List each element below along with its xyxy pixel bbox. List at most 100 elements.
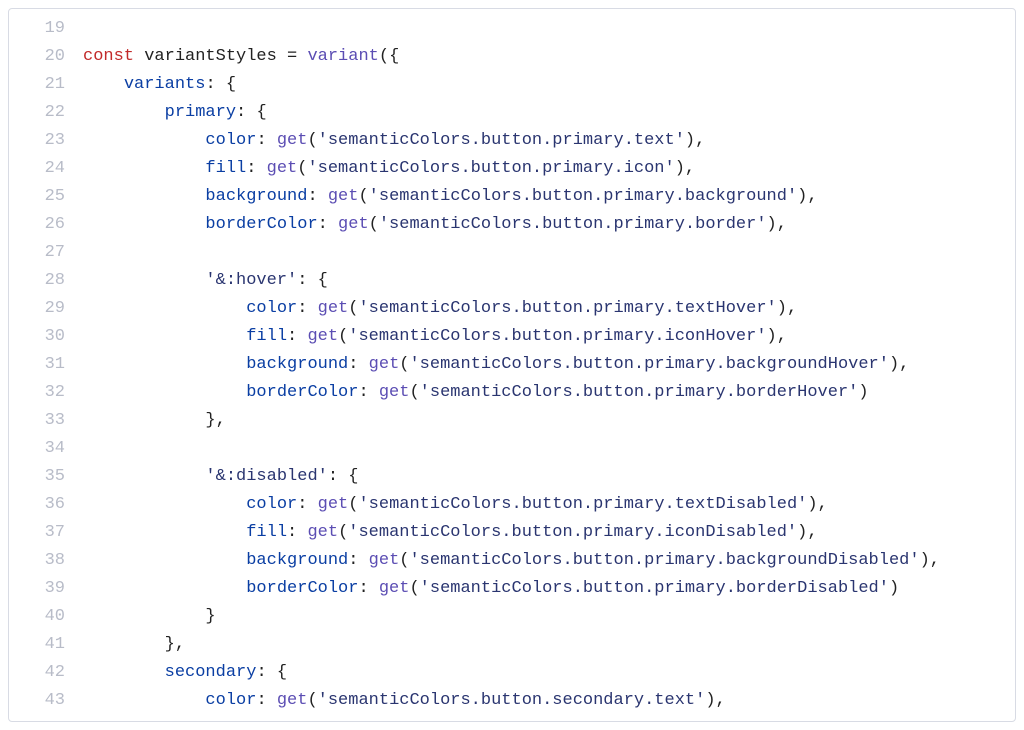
code-line: 28 '&:hover': { — [9, 267, 1015, 295]
token-fn: variant — [307, 47, 378, 66]
code-snippet-frame: 19 20const variantStyles = variant({21 v… — [8, 8, 1016, 722]
token-punc: : — [307, 187, 327, 206]
code-line: 21 variants: { — [9, 71, 1015, 99]
line-number: 26 — [9, 211, 83, 239]
token-fn: get — [318, 495, 349, 514]
token-fn: get — [369, 355, 400, 374]
token-prop-blue: secondary — [165, 663, 257, 682]
token-punc — [83, 271, 205, 290]
line-number: 22 — [9, 99, 83, 127]
token-punc: : — [348, 551, 368, 570]
token-str: '&:disabled' — [205, 467, 327, 486]
token-punc — [83, 215, 205, 234]
token-prop-blue: borderColor — [246, 383, 358, 402]
code-line: 32 borderColor: get('semanticColors.butt… — [9, 379, 1015, 407]
token-punc: ), — [767, 327, 787, 346]
token-fn: get — [328, 187, 359, 206]
token-fn: get — [267, 159, 298, 178]
token-punc: ({ — [379, 47, 399, 66]
code-line: 24 fill: get('semanticColors.button.prim… — [9, 155, 1015, 183]
line-number: 28 — [9, 267, 83, 295]
token-punc — [83, 495, 246, 514]
token-prop-blue: borderColor — [246, 579, 358, 598]
token-punc — [83, 691, 205, 710]
token-punc: ), — [675, 159, 695, 178]
token-prop-blue: background — [246, 355, 348, 374]
token-punc: : — [287, 327, 307, 346]
token-punc: ( — [348, 495, 358, 514]
line-content — [83, 435, 1015, 463]
token-punc: ( — [358, 187, 368, 206]
token-punc: : — [358, 383, 378, 402]
line-content: '&:disabled': { — [83, 463, 1015, 491]
token-punc: : { — [236, 103, 267, 122]
token-prop-blue: variants — [124, 75, 206, 94]
line-content: borderColor: get('semanticColors.button.… — [83, 379, 1015, 407]
line-number: 35 — [9, 463, 83, 491]
line-content: } — [83, 603, 1015, 631]
line-number: 30 — [9, 323, 83, 351]
line-content — [83, 239, 1015, 267]
line-content: }, — [83, 407, 1015, 435]
token-punc: ), — [920, 551, 940, 570]
code-line: 37 fill: get('semanticColors.button.prim… — [9, 519, 1015, 547]
token-punc — [83, 187, 205, 206]
token-str: 'semanticColors.button.primary.textDisab… — [358, 495, 807, 514]
line-content: secondary: { — [83, 659, 1015, 687]
token-punc: ), — [685, 131, 705, 150]
token-fn: get — [277, 131, 308, 150]
line-number: 23 — [9, 127, 83, 155]
token-prop-blue: background — [205, 187, 307, 206]
token-punc: : — [348, 355, 368, 374]
line-number: 43 — [9, 687, 83, 715]
token-punc: ), — [807, 495, 827, 514]
token-prop-blue: color — [205, 691, 256, 710]
token-prop-blue: color — [246, 495, 297, 514]
code-line: 41 }, — [9, 631, 1015, 659]
token-prop-blue: borderColor — [205, 215, 317, 234]
token-punc: : — [297, 495, 317, 514]
line-number: 39 — [9, 575, 83, 603]
token-prop-blue: fill — [205, 159, 246, 178]
code-block: 19 20const variantStyles = variant({21 v… — [9, 9, 1015, 721]
token-punc — [83, 103, 165, 122]
token-punc — [83, 383, 246, 402]
token-punc: ( — [338, 327, 348, 346]
line-number: 40 — [9, 603, 83, 631]
line-content: const variantStyles = variant({ — [83, 43, 1015, 71]
token-punc: ), — [777, 299, 797, 318]
line-number: 41 — [9, 631, 83, 659]
token-prop-blue: fill — [246, 327, 287, 346]
token-punc: : { — [297, 271, 328, 290]
token-punc — [83, 523, 246, 542]
token-str: 'semanticColors.button.primary.text' — [318, 131, 685, 150]
line-content — [83, 15, 1015, 43]
token-punc: ( — [297, 159, 307, 178]
code-line: 31 background: get('semanticColors.butto… — [9, 351, 1015, 379]
token-punc: : { — [328, 467, 359, 486]
code-line: 20const variantStyles = variant({ — [9, 43, 1015, 71]
token-str: 'semanticColors.button.primary.backgroun… — [409, 355, 888, 374]
token-punc: : { — [205, 75, 236, 94]
line-number: 34 — [9, 435, 83, 463]
line-content: fill: get('semanticColors.button.primary… — [83, 519, 1015, 547]
token-ident: variantStyles — [144, 47, 287, 66]
token-str: 'semanticColors.button.primary.backgroun… — [369, 187, 797, 206]
token-punc — [83, 327, 246, 346]
code-line: 33 }, — [9, 407, 1015, 435]
token-prop-blue: color — [246, 299, 297, 318]
token-punc: ), — [705, 691, 725, 710]
line-content: color: get('semanticColors.button.primar… — [83, 295, 1015, 323]
token-str: 'semanticColors.button.primary.border' — [379, 215, 767, 234]
code-line: 34 — [9, 435, 1015, 463]
token-punc: ( — [348, 299, 358, 318]
code-line: 29 color: get('semanticColors.button.pri… — [9, 295, 1015, 323]
token-punc: ) — [858, 383, 868, 402]
line-content: }, — [83, 631, 1015, 659]
token-punc: ( — [369, 215, 379, 234]
token-str: 'semanticColors.button.primary.borderHov… — [420, 383, 859, 402]
line-content: primary: { — [83, 99, 1015, 127]
line-content: borderColor: get('semanticColors.button.… — [83, 575, 1015, 603]
code-line: 25 background: get('semanticColors.butto… — [9, 183, 1015, 211]
token-prop-blue: background — [246, 551, 348, 570]
